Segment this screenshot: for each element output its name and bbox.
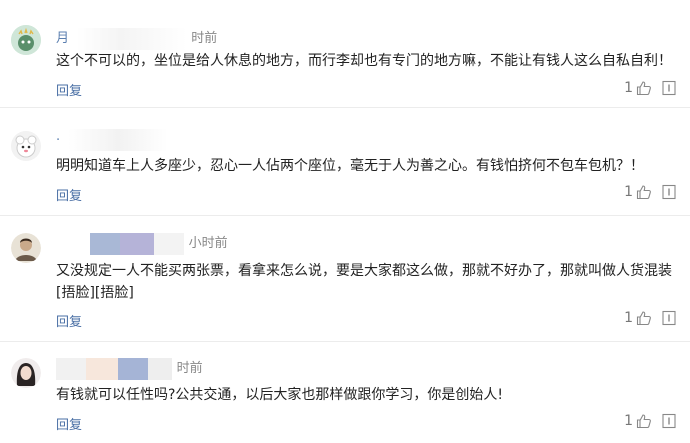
comment-text: 明明知道车上人多座少，忍心一人佔两个座位，毫无于人为善之心。有钱怕挤何不包车包机… (56, 158, 644, 174)
comment-text: 有钱就可以任性吗?公共交通，以后大家也那样做跟你学习，你是创始人! (56, 387, 504, 403)
redacted-username-block (154, 232, 185, 255)
comment-text: 这个不可以的，坐位是给人休息的地方，而行李却也有专门的地方嘛，不能让有钱人这么自… (56, 53, 672, 69)
report-button[interactable] (662, 80, 676, 96)
avatar[interactable] (11, 25, 41, 55)
reply-button[interactable]: 回复 (56, 80, 82, 99)
comment-text-continued: [捂脸][捂脸] (56, 285, 134, 301)
comment-meta: 月 时前 (56, 27, 217, 50)
timestamp: 时前 (191, 31, 218, 46)
report-icon (662, 184, 676, 200)
report-button[interactable] (662, 310, 676, 326)
report-icon (662, 80, 676, 96)
avatar-icon (11, 131, 41, 161)
redacted-username (77, 27, 188, 50)
comment-item: 小时前 又没规定一人不能买两张票，看拿来怎么说，要是大家都这么做，那就不好办了，… (0, 216, 690, 342)
report-button[interactable] (662, 184, 676, 200)
comment-meta: 时前 (56, 357, 203, 380)
like-count: 1 (624, 80, 633, 96)
redacted-username (68, 129, 169, 151)
like-button[interactable]: 1 (624, 310, 652, 326)
redacted-username-block (56, 357, 86, 380)
reply-button[interactable]: 回复 (56, 414, 82, 433)
avatar[interactable] (11, 233, 41, 263)
avatar-icon (11, 358, 41, 388)
avatar[interactable] (11, 131, 41, 161)
avatar[interactable] (11, 358, 41, 388)
comment-meta: 小时前 (56, 232, 228, 255)
redacted-username-block (118, 357, 149, 380)
redacted-username-block (120, 232, 155, 255)
timestamp: 小时前 (188, 236, 228, 251)
comment-item: 月 时前 这个不可以的，坐位是给人休息的地方，而行李却也有专门的地方嘛，不能让有… (0, 0, 690, 108)
thumbs-up-icon (636, 414, 651, 429)
like-button[interactable]: 1 (624, 80, 652, 96)
redacted-username (56, 232, 86, 255)
like-count: 1 (624, 184, 633, 200)
avatar-icon (11, 25, 41, 55)
thumbs-up-icon (636, 185, 651, 200)
like-button[interactable]: 1 (624, 184, 652, 200)
reply-button[interactable]: 回复 (56, 185, 82, 204)
report-button[interactable] (662, 413, 676, 429)
comment-actions: 1 (624, 413, 676, 429)
comment-text: 又没规定一人不能买两张票，看拿来怎么说，要是大家都这么做，那就不好办了，那就叫做… (56, 263, 672, 279)
thumbs-up-icon (636, 311, 651, 326)
timestamp: 时前 (176, 361, 203, 376)
comment-actions: 1 (624, 184, 676, 200)
comment-item: 时前 有钱就可以任性吗?公共交通，以后大家也那样做跟你学习，你是创始人! 回复 … (0, 342, 690, 443)
report-icon (662, 310, 676, 326)
username[interactable]: 月 (56, 31, 69, 46)
redacted-username-block (90, 232, 121, 255)
redacted-username-block (148, 357, 173, 380)
like-count: 1 (624, 413, 633, 429)
comment-actions: 1 (624, 310, 676, 326)
comment-actions: 1 (624, 80, 676, 96)
comment-item: · 明明知道车上人多座少，忍心一人佔两个座位，毫无于人为善之心。有钱怕挤何不包车… (0, 108, 690, 216)
thumbs-up-icon (636, 81, 651, 96)
username[interactable]: · (56, 133, 60, 148)
reply-button[interactable]: 回复 (56, 311, 82, 330)
avatar-icon (11, 233, 41, 263)
comment-meta: · (56, 129, 169, 151)
redacted-username-block (86, 357, 119, 380)
report-icon (662, 413, 676, 429)
like-button[interactable]: 1 (624, 413, 652, 429)
like-count: 1 (624, 310, 633, 326)
